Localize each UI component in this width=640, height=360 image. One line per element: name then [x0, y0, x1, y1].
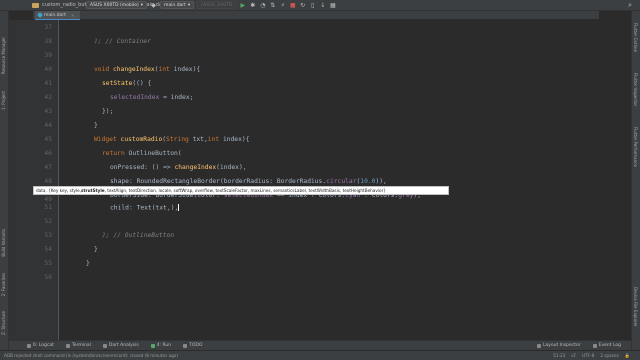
run-config-selector[interactable]: main.dart ▾: [160, 1, 195, 9]
code-line: Widget customRadio(String txt,int index)…: [94, 136, 250, 143]
dart-config-icon: ◆: [151, 1, 156, 9]
event-log-icon: [592, 343, 597, 348]
line-number: 53: [44, 232, 52, 239]
tab-project[interactable]: 1: Project: [1, 91, 6, 110]
android-studio-window: custom_radio_button › lib › main.dart AS…: [0, 0, 640, 360]
line-number: 47: [44, 164, 52, 171]
tab-resource-manager[interactable]: Resource Manager: [1, 37, 6, 74]
code-line: return OutlineButton(: [102, 150, 182, 157]
line-number: 44: [44, 122, 52, 129]
line-number: 48: [44, 178, 52, 185]
run-icon: [150, 343, 155, 348]
status-message[interactable]: ADB rejected shell command (ls /system/b…: [4, 353, 178, 358]
folder-icon: [32, 2, 39, 8]
caret-position[interactable]: 51:23: [553, 353, 565, 359]
tool-terminal[interactable]: Terminal: [65, 343, 91, 348]
line-number: 42: [44, 94, 52, 101]
code-line: ); // OutlineButton: [102, 232, 175, 239]
parameter-info-popup: data, {Key key, style, strutStyle, textA…: [33, 186, 449, 195]
debug-icon[interactable]: ✱: [249, 2, 256, 9]
tab-flutter-outline[interactable]: Flutter Outline: [633, 23, 638, 52]
code-line: setState(() {: [102, 80, 152, 87]
tool-logcat[interactable]: 6: Logcat: [27, 343, 54, 348]
tab-structure[interactable]: Z: Structure: [1, 311, 6, 335]
tab-build-variants[interactable]: Build Variants: [1, 229, 6, 257]
search-icon[interactable]: ⌕: [628, 1, 632, 10]
line-number: 38: [44, 38, 52, 45]
tab-flutter-performance[interactable]: Flutter Performance: [633, 127, 638, 167]
line-number: 37: [44, 24, 52, 31]
secondary-device-selector[interactable]: [ASUS_X00TD: [197, 1, 237, 9]
status-indicators: 51:23 LF UTF-8 2 spaces 🔓: [553, 353, 630, 359]
line-number: 55: [44, 260, 52, 267]
stop-icon[interactable]: ■: [289, 2, 296, 9]
layout-inspector-icon: [536, 343, 541, 348]
chevron-down-icon: ▾: [140, 2, 144, 8]
code-editor[interactable]: ); // Container void changeIndex(int ind…: [68, 20, 588, 340]
right-tool-strip: Flutter Outline Flutter Inspector Flutte…: [631, 11, 640, 350]
code-line: selectedIndex = index;: [110, 94, 194, 101]
code-line: }: [94, 246, 98, 253]
sync-icon[interactable]: ↻: [299, 2, 306, 9]
code-line: void changeIndex(int index){: [94, 66, 201, 73]
line-number: 49: [44, 196, 52, 203]
file-encoding[interactable]: UTF-8: [582, 353, 594, 359]
line-number: 51: [44, 204, 52, 211]
line-number-gutter: 37 38 39 40 41 42 43 44 45 46 47 48 49 5…: [9, 20, 59, 340]
dart-file-icon: [37, 12, 43, 18]
tab-main-dart[interactable]: main.dart ✕: [35, 11, 81, 20]
lock-icon[interactable]: 🔓: [625, 353, 630, 359]
run-toolbar: ASUS X00TD (mobile) ▾ ◆ main.dart ▾ [ASUS_…: [86, 1, 336, 9]
line-number: 46: [44, 150, 52, 157]
sdk-manager-icon[interactable]: ↓: [319, 2, 326, 9]
attach-icon[interactable]: ⇅: [269, 2, 276, 9]
tool-dart-analysis[interactable]: Dart Analysis: [102, 343, 139, 348]
dart-analysis-icon: [102, 343, 107, 348]
code-line: child: Text(txt,),: [110, 204, 180, 212]
todo-icon: [183, 343, 188, 348]
left-tool-strip: Resource Manager 1: Project Build Varian…: [0, 11, 9, 350]
line-number: 41: [44, 80, 52, 87]
tab-flutter-inspector[interactable]: Flutter Inspector: [633, 73, 638, 106]
tool-run[interactable]: 4: Run: [150, 343, 171, 348]
code-line: }: [94, 122, 98, 129]
line-number: 43: [44, 108, 52, 115]
line-separator[interactable]: LF: [571, 353, 576, 359]
code-line: ); // Container: [94, 38, 151, 45]
chevron-down-icon: ▾: [187, 2, 191, 8]
code-line: });: [102, 108, 114, 115]
code-line: }: [86, 260, 90, 267]
structure-icon[interactable]: ▦: [329, 2, 336, 9]
line-number: 54: [44, 246, 52, 253]
tab-device-file-explorer[interactable]: Device File Explorer: [633, 287, 638, 327]
bottom-tool-bar: 6: Logcat Terminal Dart Analysis 4: Run …: [9, 340, 631, 350]
device-selector[interactable]: ASUS X00TD (mobile) ▾: [86, 1, 148, 9]
logcat-icon: [27, 343, 31, 348]
editor-tabs: main.dart ✕: [33, 11, 599, 20]
run-icon[interactable]: ▶: [239, 2, 246, 9]
code-line: shape: RoundedRectangleBorder(borderRadi…: [110, 178, 387, 185]
hot-reload-icon[interactable]: ⚡: [279, 2, 286, 9]
avd-manager-icon[interactable]: ▯: [309, 2, 316, 9]
terminal-icon: [65, 343, 70, 348]
tab-favorites[interactable]: 2: Favorites: [1, 273, 6, 296]
code-line: onPressed: () => changeIndex(index),: [110, 164, 247, 171]
line-number: 40: [44, 66, 52, 73]
profile-icon[interactable]: ◔: [259, 2, 266, 9]
close-icon[interactable]: ✕: [71, 13, 74, 18]
indent-setting[interactable]: 2 spaces: [600, 353, 618, 359]
status-bar: ADB rejected shell command (ls /system/b…: [0, 350, 640, 360]
text-caret: [178, 204, 180, 211]
line-number: 39: [44, 52, 52, 59]
tool-todo[interactable]: TODO: [183, 343, 202, 348]
line-number: 56: [44, 274, 52, 281]
tool-layout-inspector[interactable]: Layout Inspector: [536, 343, 581, 348]
bottom-right-tools: Layout Inspector Event Log: [536, 343, 621, 348]
line-number: 45: [44, 136, 52, 143]
line-number: 52: [44, 218, 52, 225]
tool-event-log[interactable]: Event Log: [592, 343, 621, 348]
